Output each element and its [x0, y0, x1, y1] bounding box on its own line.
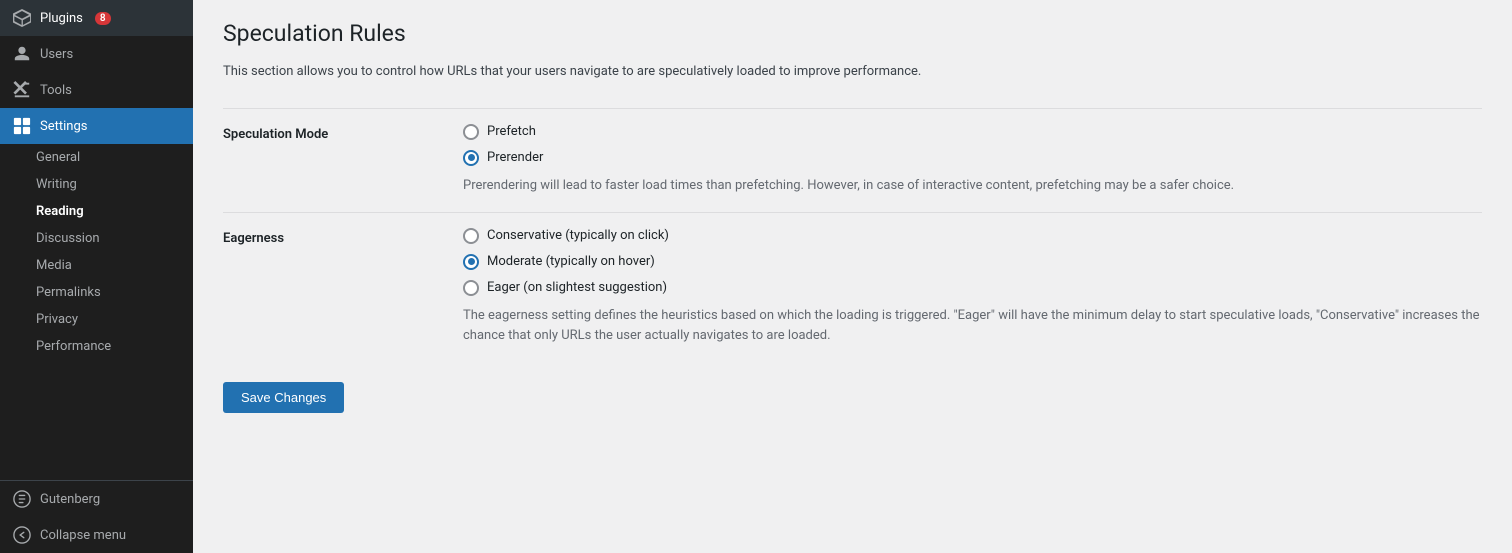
sidebar-item-gutenberg-label: Gutenberg: [40, 492, 100, 507]
sidebar-bottom: Gutenberg Collapse menu: [0, 480, 193, 553]
eagerness-row: Eagerness Conservative (typically on cli…: [223, 212, 1482, 363]
eagerness-label: Eagerness: [223, 228, 463, 246]
plugins-icon: [12, 8, 32, 28]
save-changes-button[interactable]: Save Changes: [223, 382, 344, 413]
sidebar-item-plugins-label: Plugins: [40, 11, 83, 26]
prefetch-radio[interactable]: [463, 124, 479, 140]
sidebar-item-settings[interactable]: Settings: [0, 108, 193, 144]
eagerness-control: Conservative (typically on click) Modera…: [463, 228, 1482, 348]
speculation-mode-control: Prefetch Prerender Prerendering will lea…: [463, 124, 1482, 197]
sidebar-item-users[interactable]: Users: [0, 36, 193, 72]
moderate-option[interactable]: Moderate (typically on hover): [463, 254, 1482, 270]
sidebar-item-collapse[interactable]: Collapse menu: [0, 517, 193, 553]
conservative-radio[interactable]: [463, 228, 479, 244]
sidebar-item-discussion[interactable]: Discussion: [0, 225, 193, 252]
speculation-mode-row: Speculation Mode Prefetch Prerender Prer…: [223, 108, 1482, 212]
sidebar-item-gutenberg[interactable]: Gutenberg: [0, 481, 193, 517]
eagerness-help: The eagerness setting defines the heuris…: [463, 306, 1482, 348]
users-icon: [12, 44, 32, 64]
speculation-mode-label: Speculation Mode: [223, 124, 463, 142]
eager-radio[interactable]: [463, 280, 479, 296]
main-content: Speculation Rules This section allows yo…: [193, 0, 1512, 553]
sidebar-item-privacy[interactable]: Privacy: [0, 306, 193, 333]
moderate-radio[interactable]: [463, 254, 479, 270]
settings-icon: [12, 116, 32, 136]
sidebar-item-tools-label: Tools: [40, 83, 72, 98]
prefetch-label: Prefetch: [487, 124, 536, 139]
sidebar-item-users-label: Users: [40, 47, 73, 62]
sidebar-item-reading[interactable]: Reading: [0, 198, 193, 225]
sidebar-item-collapse-label: Collapse menu: [40, 528, 126, 543]
speculation-mode-help: Prerendering will lead to faster load ti…: [463, 176, 1482, 197]
tools-icon: [12, 80, 32, 100]
sidebar-item-performance[interactable]: Performance: [0, 333, 193, 360]
sidebar-item-tools[interactable]: Tools: [0, 72, 193, 108]
prefetch-option[interactable]: Prefetch: [463, 124, 1482, 140]
conservative-label: Conservative (typically on click): [487, 228, 669, 243]
sidebar: Plugins 8 Users Tools Settings General W…: [0, 0, 193, 553]
sidebar-item-settings-label: Settings: [40, 119, 87, 134]
sidebar-item-plugins[interactable]: Plugins 8: [0, 0, 193, 36]
conservative-option[interactable]: Conservative (typically on click): [463, 228, 1482, 244]
page-title: Speculation Rules: [223, 20, 1482, 47]
active-indicator: [189, 108, 193, 144]
prerender-radio[interactable]: [463, 150, 479, 166]
section-description: This section allows you to control how U…: [223, 62, 1482, 83]
collapse-icon: [12, 525, 32, 545]
gutenberg-icon: [12, 489, 32, 509]
settings-submenu: General Writing Reading Discussion Media…: [0, 144, 193, 360]
prerender-label: Prerender: [487, 150, 543, 165]
plugins-badge: 8: [95, 12, 111, 25]
eager-option[interactable]: Eager (on slightest suggestion): [463, 280, 1482, 296]
moderate-label: Moderate (typically on hover): [487, 254, 655, 269]
sidebar-item-media[interactable]: Media: [0, 252, 193, 279]
eager-label: Eager (on slightest suggestion): [487, 280, 667, 295]
sidebar-item-writing[interactable]: Writing: [0, 171, 193, 198]
prerender-option[interactable]: Prerender: [463, 150, 1482, 166]
sidebar-item-permalinks[interactable]: Permalinks: [0, 279, 193, 306]
sidebar-item-general[interactable]: General: [0, 144, 193, 171]
